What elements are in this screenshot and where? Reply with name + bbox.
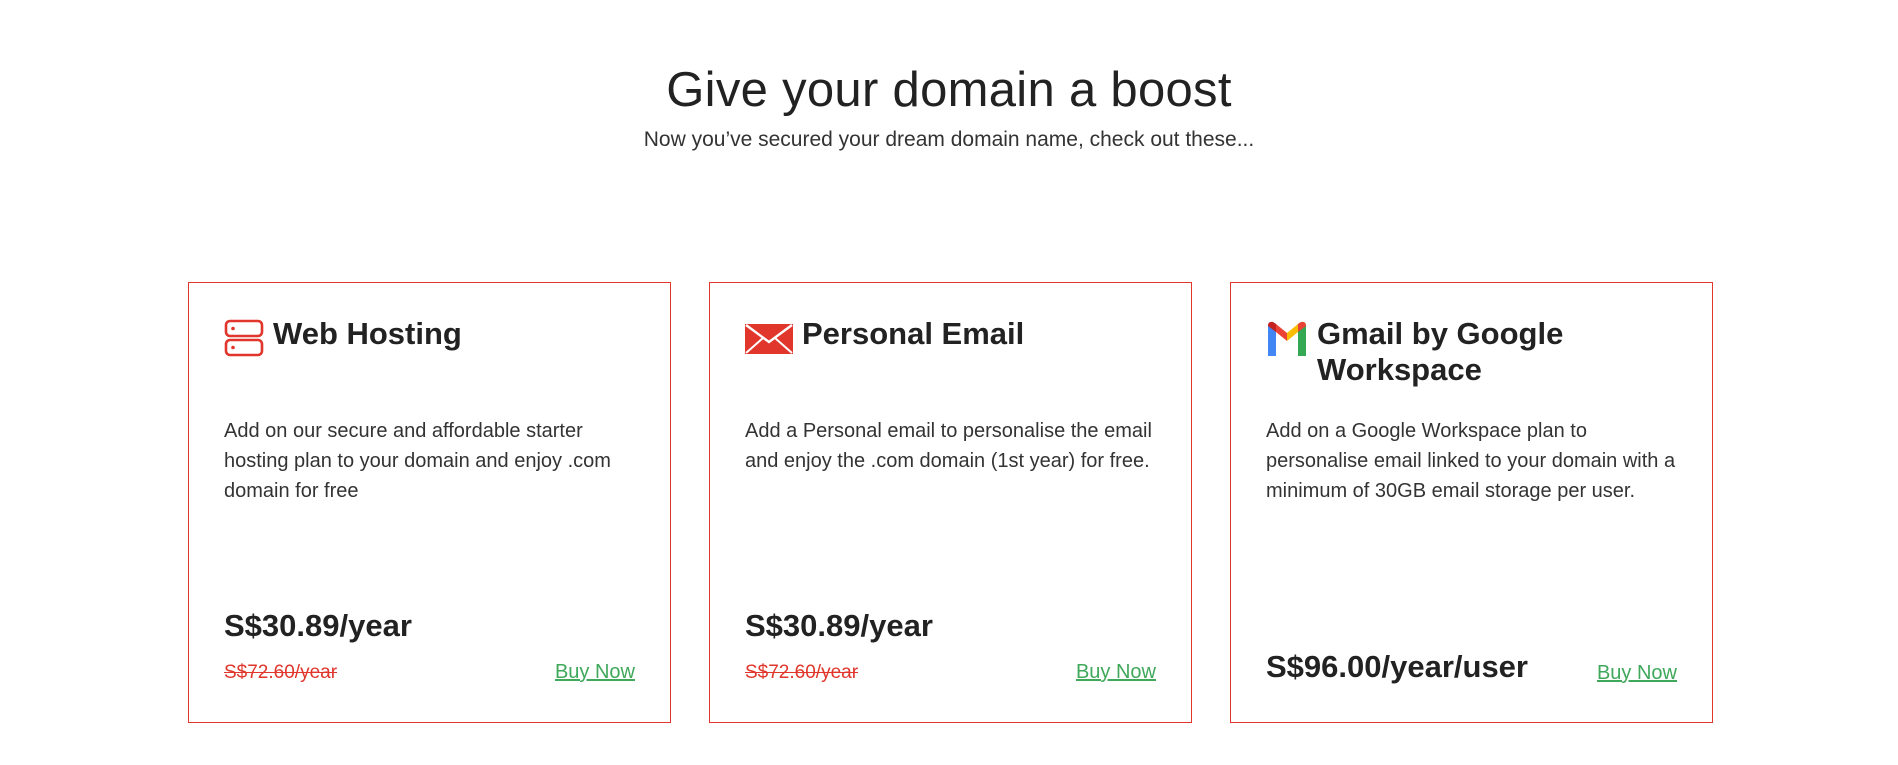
- card-header: Personal Email: [745, 316, 1161, 363]
- card-personal-email: Personal Email Add a Personal email to p…: [709, 282, 1192, 723]
- card-title: Gmail by Google Workspace: [1317, 316, 1564, 387]
- card-description: Add a Personal email to personalise the …: [745, 420, 1152, 472]
- page: Give your domain a boost Now you’ve secu…: [0, 0, 1898, 765]
- price: S$30.89/year: [224, 608, 412, 643]
- gmail-icon: [1266, 318, 1308, 363]
- buy-now-link[interactable]: Buy Now: [555, 660, 635, 684]
- card-web-hosting: Web Hosting Add on our secure and afford…: [188, 282, 671, 723]
- card-header: Gmail by Google Workspace: [1266, 316, 1682, 388]
- envelope-icon: [745, 318, 793, 363]
- card-description: Add on a Google Workspace plan to person…: [1266, 420, 1676, 502]
- server-icon: [224, 318, 264, 363]
- price: S$96.00/year/user: [1266, 649, 1528, 684]
- card-header: Web Hosting: [224, 316, 640, 363]
- page-title: Give your domain a boost: [666, 63, 1232, 117]
- old-price: S$72.60/year: [745, 662, 859, 683]
- buy-now-link[interactable]: Buy Now: [1076, 660, 1156, 684]
- price: S$30.89/year: [745, 608, 933, 643]
- card-title: Web Hosting: [273, 316, 462, 351]
- card-google-workspace: Gmail by Google Workspace Add on a Googl…: [1230, 282, 1713, 723]
- old-price: S$72.60/year: [224, 662, 338, 683]
- card-description: Add on our secure and affordable starter…: [224, 420, 611, 502]
- buy-now-link[interactable]: Buy Now: [1597, 661, 1677, 685]
- page-subtitle: Now you’ve secured your dream domain nam…: [643, 128, 1255, 151]
- card-title: Personal Email: [802, 316, 1025, 351]
